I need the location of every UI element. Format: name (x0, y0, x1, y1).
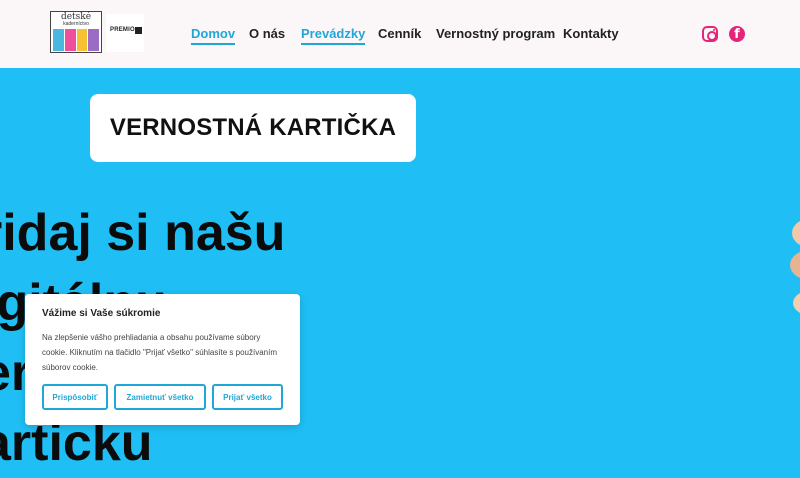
reject-all-button[interactable]: Zamietnuť všetko (114, 384, 206, 410)
nav-item-pricing[interactable]: Cenník (378, 26, 421, 41)
nav-item-contacts[interactable]: Kontakty (563, 26, 619, 41)
nav-item-shops[interactable]: Prevádzky (301, 26, 366, 45)
nav-item-home[interactable]: Domov (191, 26, 236, 45)
cookie-consent-dialog: Vážime si Vaše súkromie Na zlepšenie váš… (25, 294, 300, 425)
nav-item-about[interactable]: O nás (249, 26, 285, 41)
site-header: detské kaderníctvo PREMIO Domov O nás Pr… (0, 0, 800, 68)
premio-logo[interactable]: PREMIO (106, 14, 144, 52)
nav-item-loyalty-program[interactable]: Vernostný program (436, 26, 555, 41)
accept-all-button[interactable]: Prijať všetko (212, 384, 283, 410)
premio-mark-icon (135, 27, 142, 34)
logo-title: detské (60, 12, 92, 22)
logo-graphic (53, 29, 99, 51)
customize-button[interactable]: Prispôsobiť (42, 384, 108, 410)
cookie-text: Na zlepšenie vášho prehliadania a obsahu… (42, 333, 278, 372)
facebook-icon[interactable]: f (729, 26, 745, 42)
hero-line: ridaj si našu (0, 204, 286, 262)
decorative-image-fragment (793, 290, 800, 316)
decorative-image-fragment (792, 218, 800, 248)
site-logo[interactable]: detské kaderníctvo (50, 11, 102, 53)
loyalty-card-title: VERNOSTNÁ KARTIČKA (109, 114, 397, 141)
decorative-image-fragment (790, 250, 800, 280)
premio-text: PREMIO (110, 27, 135, 33)
cookie-title: Vážime si Vaše súkromie (42, 308, 161, 319)
instagram-icon[interactable] (702, 26, 718, 42)
loyalty-card-title-box: VERNOSTNÁ KARTIČKA (90, 94, 416, 162)
logo-subtitle: kaderníctvo (63, 21, 89, 27)
